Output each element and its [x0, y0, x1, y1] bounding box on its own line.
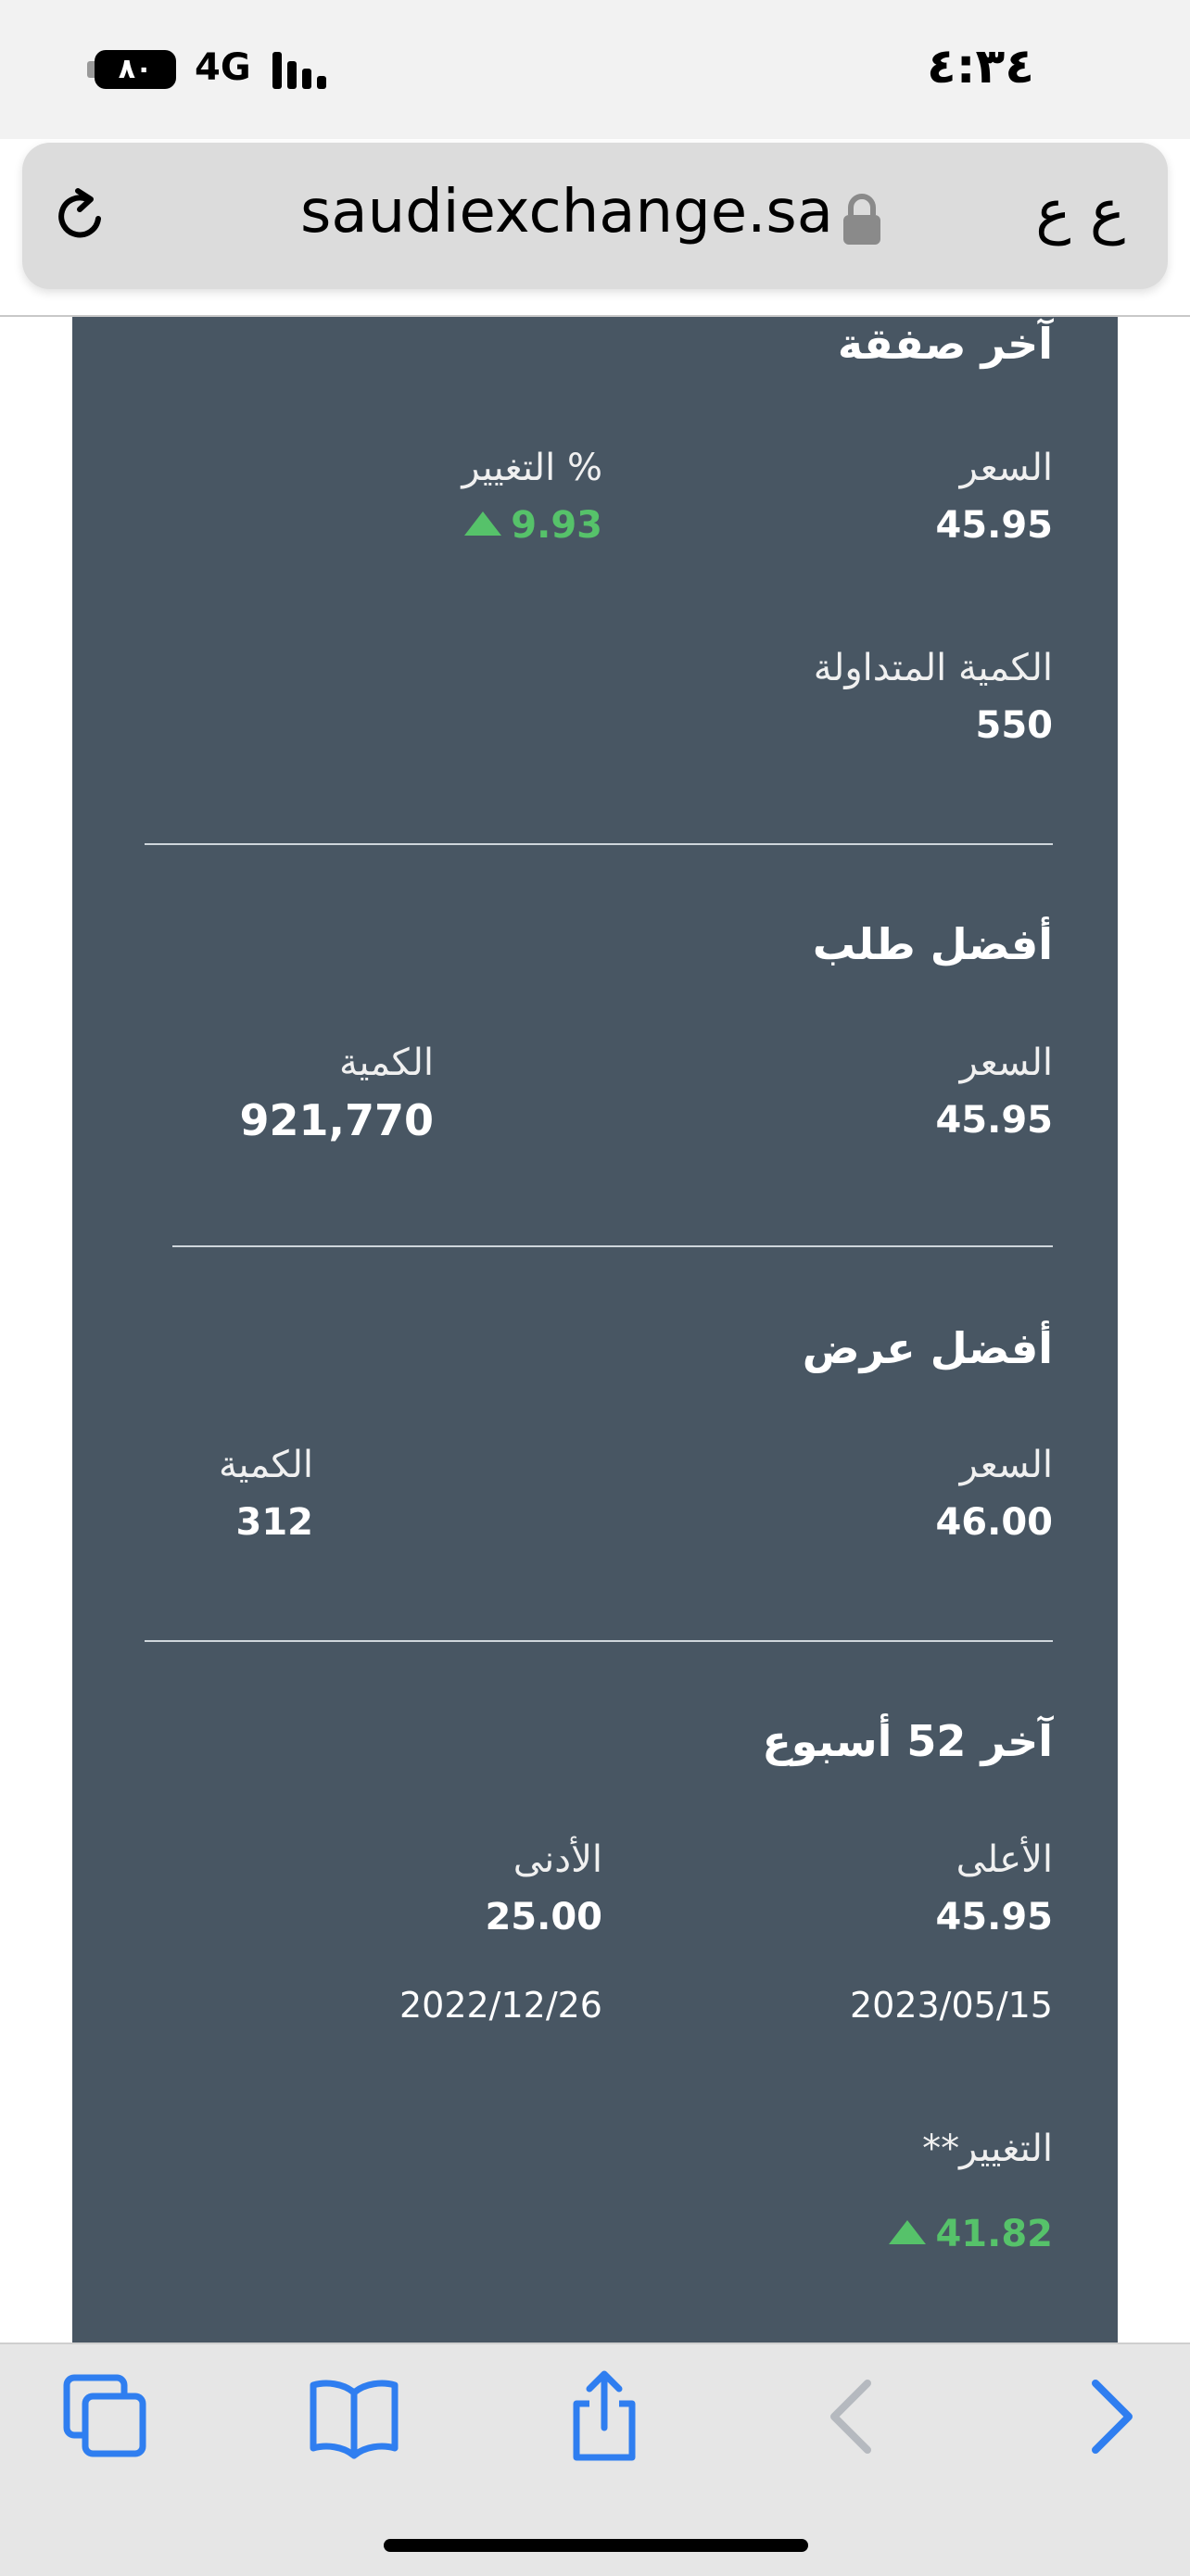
divider: [145, 843, 1053, 845]
best-offer-qty-label: الكمية: [218, 1444, 313, 1486]
week52-high-date: 2023/05/15: [849, 1985, 1053, 2026]
week52-change-value: 41.82: [935, 2213, 1053, 2255]
text-size-button[interactable]: ع ع: [1035, 178, 1125, 246]
week52-high-label: الأعلى: [956, 1838, 1053, 1881]
url-text[interactable]: saudiexchange.sa: [300, 178, 833, 246]
last-trade-price-label: السعر: [959, 447, 1053, 489]
last-trade-heading: آخر صفقة: [837, 319, 1053, 369]
best-offer-price-value: 46.00: [935, 1501, 1053, 1544]
week52-low-value: 25.00: [485, 1896, 602, 1938]
signal-icon: [272, 52, 337, 89]
best-bid-price-label: السعر: [959, 1042, 1053, 1084]
last-trade-price-value: 45.95: [935, 504, 1053, 547]
share-icon[interactable]: [558, 2370, 651, 2463]
week52-low-label: الأدنى: [513, 1838, 602, 1881]
status-bar: ٨٠ 4G ٤:٣٤: [0, 0, 1190, 139]
last-trade-volume-label: الكمية المتداولة: [813, 647, 1053, 689]
battery-level: ٨٠: [118, 53, 153, 85]
best-offer-price-label: السعر: [959, 1444, 1053, 1486]
week52-change-label: التغيير**: [922, 2128, 1053, 2170]
last-trade-volume-value: 550: [975, 704, 1054, 747]
best-offer-heading: أفضل عرض: [802, 1323, 1053, 1373]
bookmarks-icon[interactable]: [308, 2370, 400, 2463]
week52-low-date: 2022/12/26: [399, 1985, 602, 2026]
quote-panel: آخر صفقة السعر 45.95 % التغيير 9.93 الكم…: [72, 317, 1118, 2342]
back-icon: [830, 2380, 871, 2454]
up-arrow-icon: [464, 511, 502, 536]
week52-change: 41.82: [889, 2213, 1053, 2255]
battery-icon: ٨٠: [95, 50, 176, 89]
divider: [145, 1640, 1053, 1642]
best-bid-price-value: 45.95: [935, 1099, 1053, 1142]
network-type: 4G: [195, 46, 251, 89]
week52-heading: آخر 52 أسبوع: [762, 1716, 1053, 1766]
reload-icon[interactable]: [50, 185, 111, 246]
best-bid-qty-label: الكمية: [338, 1042, 434, 1084]
best-bid-heading: أفضل طلب: [812, 919, 1053, 969]
battery-nub: [87, 61, 95, 78]
clock: ٤:٣٤: [926, 39, 1034, 95]
last-trade-change: 9.93: [464, 504, 602, 547]
best-bid-qty-value: 921,770: [239, 1095, 434, 1145]
week52-high-value: 45.95: [935, 1896, 1053, 1938]
tabs-icon[interactable]: [59, 2370, 152, 2463]
last-trade-change-value: 9.93: [511, 504, 602, 547]
forward-icon[interactable]: [1064, 2370, 1157, 2463]
last-trade-change-label: % التغيير: [462, 447, 602, 489]
best-offer-qty-value: 312: [235, 1501, 314, 1544]
address-bar[interactable]: saudiexchange.sa ع ع: [22, 143, 1168, 289]
home-indicator: [384, 2539, 808, 2552]
divider: [172, 1245, 1053, 1247]
lock-icon: [843, 194, 880, 245]
up-arrow-icon: [889, 2220, 927, 2244]
